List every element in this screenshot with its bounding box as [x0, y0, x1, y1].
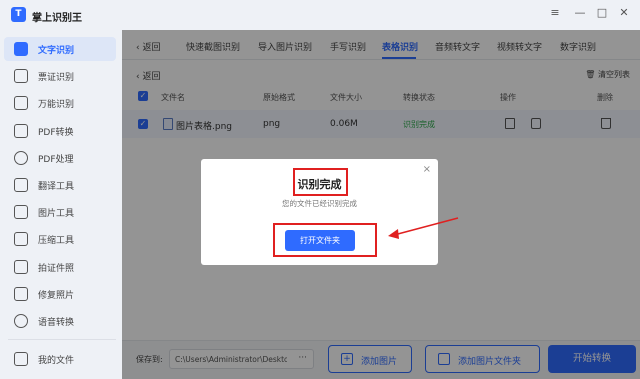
app-logo-icon: T	[11, 7, 26, 22]
dialog-message: 您的文件已经识别完成	[282, 199, 357, 208]
translate-icon	[14, 178, 28, 192]
ticket-icon	[14, 69, 28, 83]
maximize-icon[interactable]: □	[595, 6, 609, 20]
sidebar-item-translate[interactable]: 翻译工具	[4, 173, 116, 197]
sidebar-item-ticket-recognition[interactable]: 票证识别	[4, 64, 116, 88]
restore-photo-icon	[14, 287, 28, 301]
sidebar-item-voice-convert[interactable]: 语音转换	[4, 309, 116, 333]
annotation-arrow-icon	[388, 217, 459, 239]
sidebar-item-my-files[interactable]: 我的文件	[4, 347, 116, 371]
sidebar-item-label: 翻译工具	[38, 182, 75, 192]
sidebar-item-text-recognition[interactable]: 文字识别	[4, 37, 116, 61]
title-highlight-box	[293, 168, 348, 196]
pdf-process-icon	[14, 151, 28, 165]
sidebar-divider	[8, 339, 116, 340]
title-bar: T 掌上识别王 ≡ — □ ✕	[0, 0, 640, 30]
sidebar-item-label: 语音转换	[38, 318, 75, 328]
app-title: 掌上识别王	[32, 13, 82, 24]
button-highlight-box	[273, 223, 377, 257]
camera-icon	[14, 96, 28, 110]
sidebar-item-label: PDF转换	[38, 128, 74, 138]
recognition-complete-dialog: × 识别完成 您的文件已经识别完成 打开文件夹	[201, 159, 438, 265]
menu-icon[interactable]: ≡	[548, 6, 562, 20]
id-photo-icon	[14, 260, 28, 274]
sidebar-item-label: 修复照片	[38, 291, 75, 301]
sidebar-item-label: 拍证件照	[38, 264, 75, 274]
sidebar-item-label: 压缩工具	[38, 236, 75, 246]
sidebar-item-pdf-convert[interactable]: PDF转换	[4, 119, 116, 143]
image-icon	[14, 205, 28, 219]
folder-icon	[14, 352, 28, 366]
sidebar-item-restore-photo[interactable]: 修复照片	[4, 282, 116, 306]
close-icon[interactable]: ✕	[617, 6, 631, 20]
sidebar-item-label: 万能识别	[38, 100, 75, 110]
pdf-icon	[14, 124, 28, 138]
sidebar-item-image-tools[interactable]: 图片工具	[4, 200, 116, 224]
sidebar-item-id-photo[interactable]: 拍证件照	[4, 255, 116, 279]
compress-icon	[14, 232, 28, 246]
sidebar-item-label: PDF处理	[38, 155, 74, 165]
minimize-icon[interactable]: —	[573, 6, 587, 20]
voice-icon	[14, 314, 28, 328]
sidebar-item-compress[interactable]: 压缩工具	[4, 227, 116, 251]
sidebar-item-pdf-process[interactable]: PDF处理	[4, 146, 116, 170]
sidebar-item-label: 票证识别	[38, 73, 75, 83]
sidebar-item-label: 文字识别	[38, 46, 75, 56]
sidebar-item-label: 图片工具	[38, 209, 75, 219]
sidebar-item-label: 我的文件	[38, 356, 75, 366]
sidebar-item-universal-recognition[interactable]: 万能识别	[4, 91, 116, 115]
dialog-close-icon[interactable]: ×	[423, 164, 431, 175]
sidebar: 文字识别 票证识别 万能识别 PDF转换 PDF处理 翻译工具 图片工具 压缩工…	[0, 30, 122, 379]
text-recognition-icon	[14, 42, 28, 56]
